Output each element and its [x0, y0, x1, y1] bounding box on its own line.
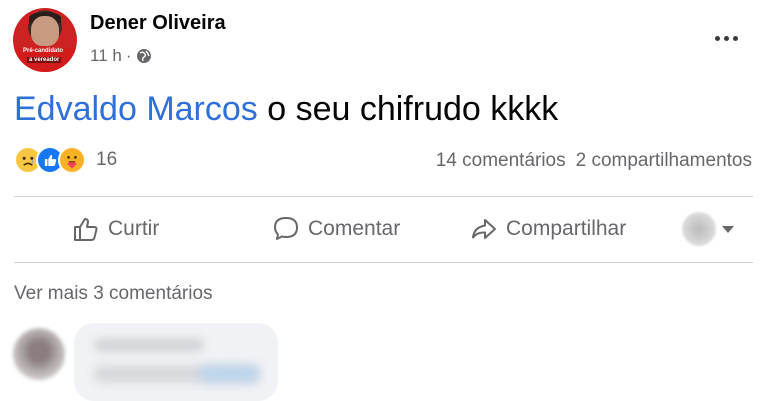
share-arrow-icon [472, 219, 496, 239]
comment-bubble [74, 323, 278, 401]
reaction-profile-selector[interactable] [682, 200, 734, 258]
chevron-down-icon [722, 225, 734, 233]
globe-icon[interactable] [136, 48, 152, 64]
time-separator: · [125, 46, 132, 65]
avatar-badge-line1: Pré-candidato [23, 48, 64, 54]
author-avatar[interactable]: Pré-candidato a vereador [13, 8, 77, 72]
comment-icon [274, 217, 298, 240]
post-meta: 11 h · [90, 46, 152, 66]
reaction-count: 16 [96, 149, 118, 170]
view-more-comments-link[interactable]: Ver mais 3 comentários [14, 283, 213, 305]
like-label: Curtir [108, 217, 160, 240]
comment-label: Comentar [308, 217, 401, 240]
author-name[interactable]: Dener Oliveira [90, 12, 226, 35]
share-label: Compartilhar [506, 217, 627, 240]
like-button[interactable]: Curtir [72, 200, 159, 258]
more-options-button[interactable] [708, 26, 744, 50]
post-body: Edvaldo Marcos o seu chifrudo kkkk [14, 90, 558, 129]
action-bar: Curtir Comentar Compartilhar [14, 200, 753, 258]
divider [14, 196, 753, 197]
post-text: o seu chifrudo kkkk [257, 90, 559, 128]
reactions-summary[interactable]: 16 [14, 146, 117, 174]
share-button[interactable]: Compartilhar [470, 200, 626, 258]
mention-link[interactable]: Edvaldo Marcos [14, 90, 258, 128]
blurred-comment-mention [200, 366, 260, 382]
thumbs-up-icon [74, 218, 98, 241]
dot-icon [714, 35, 720, 41]
shares-count-link[interactable]: 2 compartilhamentos [576, 150, 752, 172]
engagement-counts: 14 comentários 2 compartilhamentos [436, 150, 752, 172]
comment-button[interactable]: Comentar [272, 200, 400, 258]
dot-icon [723, 35, 729, 41]
avatar-badge-line2: a vereador [27, 57, 62, 63]
post-time[interactable]: 11 h [90, 46, 122, 66]
comments-count-link[interactable]: 14 comentários [436, 150, 566, 172]
profile-avatar [682, 212, 716, 246]
care-reaction-icon [58, 146, 86, 174]
commenter-avatar[interactable] [12, 327, 66, 381]
dot-icon [732, 35, 738, 41]
blurred-commenter-name [94, 338, 204, 352]
avatar-face [31, 16, 59, 46]
divider [14, 262, 753, 263]
